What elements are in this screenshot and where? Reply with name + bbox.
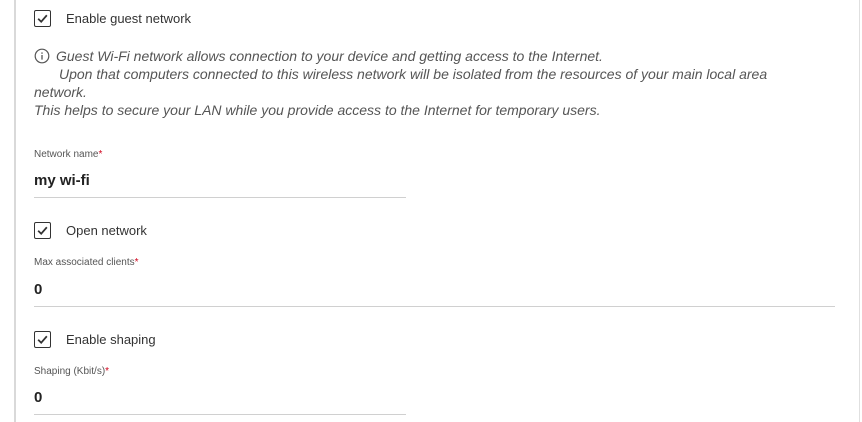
enable-shaping-checkbox[interactable] — [34, 330, 51, 348]
required-mark: * — [105, 366, 110, 377]
required-mark: * — [98, 149, 103, 160]
checkmark-icon — [37, 335, 48, 344]
checkmark-icon — [37, 226, 48, 235]
open-network-label: Open network — [66, 222, 147, 238]
info-line-4: This helps to secure your LAN while you … — [34, 102, 601, 118]
info-line-2: Upon that computers connected to this wi… — [59, 66, 768, 82]
max-clients-underline — [34, 306, 835, 307]
left-border — [14, 0, 16, 422]
open-network-checkbox[interactable] — [34, 221, 51, 239]
enable-shaping-row[interactable]: Enable shaping — [34, 329, 156, 349]
shaping-label: Shaping (Kbit/s)* — [34, 366, 110, 377]
info-icon — [34, 48, 50, 64]
checkmark-icon — [37, 14, 48, 23]
enable-guest-network-label: Enable guest network — [66, 10, 192, 26]
shaping-underline — [34, 414, 406, 415]
enable-guest-network-row[interactable]: Enable guest network — [34, 8, 191, 28]
network-name-underline — [34, 197, 406, 198]
shaping-input[interactable]: 0 — [34, 389, 42, 406]
right-border — [859, 0, 860, 422]
enable-guest-network-checkbox[interactable] — [34, 9, 51, 27]
network-name-input[interactable]: my wi-fi — [34, 172, 90, 189]
info-line-3: network. — [34, 84, 87, 100]
network-name-label: Network name* — [34, 149, 103, 160]
open-network-row[interactable]: Open network — [34, 220, 147, 240]
max-clients-input[interactable]: 0 — [34, 281, 42, 298]
info-line-1: Guest Wi-Fi network allows connection to… — [56, 48, 603, 64]
required-mark: * — [134, 257, 139, 268]
max-clients-label: Max associated clients* — [34, 257, 139, 268]
enable-shaping-label: Enable shaping — [66, 331, 156, 347]
guest-network-info: Guest Wi-Fi network allows connection to… — [34, 47, 824, 119]
